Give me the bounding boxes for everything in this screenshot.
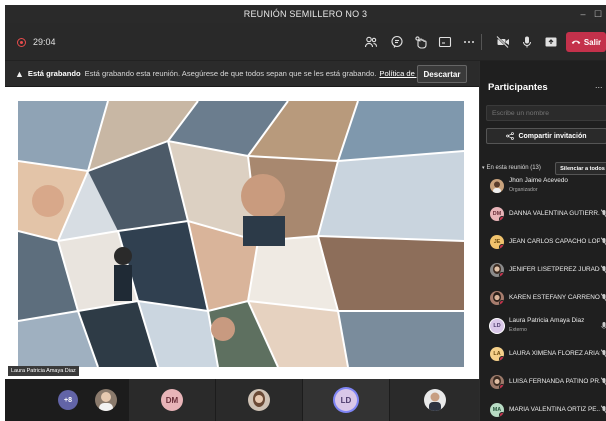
avatar (95, 389, 117, 411)
leave-label: Salir (583, 37, 602, 47)
avatar: LD (335, 389, 357, 411)
video-tile[interactable] (390, 379, 479, 421)
meeting-timer: 29:04 (33, 37, 56, 47)
presence-busy-icon (499, 244, 504, 249)
participant-name: LAURA XIMENA FLOREZ ARIAS (509, 350, 600, 357)
maximize-button[interactable]: ☐ (590, 5, 606, 23)
participant-search-input[interactable] (486, 105, 606, 121)
avatar (248, 389, 270, 411)
avatar-initials: LD (493, 323, 501, 329)
photo-collage-image (18, 101, 464, 367)
participant-name: Jhon Jaime Acevedo (509, 177, 568, 184)
banner-title: Está grabando (27, 69, 81, 78)
participant-row[interactable]: JENIFER LISETPEREZ JURADO (480, 258, 606, 286)
share-screen-icon[interactable] (542, 33, 560, 51)
panel-more-icon[interactable]: ... (595, 80, 603, 90)
participant-video-strip: +8 DM LD (5, 379, 479, 421)
avatar: MA (490, 403, 504, 417)
recording-indicator-icon (17, 38, 26, 47)
presence-busy-icon (499, 384, 504, 389)
participant-name: LUISA FERNANDA PATIÑO PR... (509, 378, 600, 385)
warning-icon: ▲ (15, 68, 24, 79)
microphone-icon[interactable] (518, 33, 536, 51)
more-participants-badge: +8 (58, 390, 78, 410)
dismiss-button[interactable]: Descartar (417, 65, 467, 83)
banner-message: Está grabando esta reunión. Asegúrese de… (84, 69, 377, 78)
video-tile[interactable] (83, 379, 129, 421)
participant-row[interactable]: MA MARIA VALENTINA ORTIZ PE... (480, 398, 606, 421)
mic-muted-icon[interactable] (601, 209, 606, 219)
avatar (490, 291, 504, 305)
toolbar-divider (481, 34, 482, 50)
participant-role: Organizador (509, 187, 538, 193)
in-meeting-section-toggle[interactable]: ▾ En esta reunión (13) (482, 165, 541, 171)
phone-hangup-icon (571, 40, 581, 44)
share-icon (506, 132, 515, 140)
mic-muted-icon[interactable] (601, 405, 606, 415)
shared-screen-collage (18, 101, 464, 367)
window-title: REUNIÓN SEMILLERO NO 3 (243, 9, 368, 19)
share-invite-label: Compartir invitación (518, 132, 587, 140)
participants-icon[interactable] (362, 33, 380, 51)
meeting-toolbar: 29:04 Salir (5, 23, 606, 61)
participant-row[interactable]: LD Laura Patricia Amaya Diaz Externo (480, 314, 606, 342)
participant-name: KAREN ESTEFANY CARREÑO ... (509, 294, 600, 301)
participant-name: JEAN CARLOS CAPACHO LÓP... (509, 238, 600, 245)
share-tray-icon[interactable] (436, 33, 454, 51)
panel-title: Participantes (488, 82, 548, 93)
participants-panel: Participantes ... Compartir invitación ▾… (479, 61, 606, 421)
participant-row[interactable]: LA LAURA XIMENA FLOREZ ARIAS (480, 342, 606, 370)
video-tile[interactable]: DM (129, 379, 215, 421)
presence-busy-icon (499, 412, 504, 417)
chat-icon[interactable] (388, 33, 406, 51)
video-tile[interactable] (216, 379, 302, 421)
avatar (490, 375, 504, 389)
mic-muted-icon[interactable] (601, 293, 606, 303)
minimize-button[interactable]: – (575, 5, 591, 23)
participant-row[interactable]: DM DANNA VALENTINA GUTIERR... (480, 202, 606, 230)
mic-muted-icon[interactable] (601, 265, 606, 275)
participant-name: JENIFER LISETPEREZ JURADO (509, 266, 600, 273)
participant-name: Laura Patricia Amaya Diaz (509, 317, 585, 324)
avatar: LD (490, 319, 504, 333)
participant-role: Externo (509, 327, 527, 333)
avatar (423, 389, 446, 411)
presenter-name-tag: Laura Patricia Amaya Diaz (8, 366, 79, 376)
mic-muted-icon[interactable] (601, 377, 606, 387)
mic-on-icon[interactable] (601, 321, 606, 331)
participant-name: MARIA VALENTINA ORTIZ PE... (509, 406, 600, 413)
share-invite-button[interactable]: Compartir invitación (486, 128, 606, 144)
participant-name: DANNA VALENTINA GUTIERR... (509, 210, 600, 217)
avatar: JE (490, 235, 504, 249)
avatar (490, 179, 504, 193)
avatar: LA (490, 347, 504, 361)
avatar: DM (490, 207, 504, 221)
presence-busy-icon (499, 356, 504, 361)
participant-row[interactable]: JE JEAN CARLOS CAPACHO LÓP... (480, 230, 606, 258)
avatar: DM (161, 389, 183, 411)
participant-row[interactable]: LUISA FERNANDA PATIÑO PR... (480, 370, 606, 398)
camera-off-icon[interactable] (494, 33, 512, 51)
leave-button[interactable]: Salir (566, 32, 606, 52)
teams-meeting-window: REUNIÓN SEMILLERO NO 3 – ☐ 29:04 Salir ▲… (5, 5, 606, 421)
content-stage: Laura Patricia Amaya Diaz (5, 87, 479, 379)
reactions-icon[interactable] (412, 33, 430, 51)
avatar (490, 263, 504, 277)
mic-muted-icon[interactable] (601, 237, 606, 247)
presence-busy-icon (499, 216, 504, 221)
participant-row[interactable]: Jhon Jaime Acevedo Organizador (480, 174, 606, 202)
presence-busy-icon (499, 272, 504, 277)
recording-banner: ▲ Está grabando Está grabando esta reuni… (5, 61, 479, 87)
section-label: En esta reunión (13) (486, 165, 541, 171)
participant-row[interactable]: KAREN ESTEFANY CARREÑO ... (480, 286, 606, 314)
more-options-icon[interactable] (460, 33, 478, 51)
mic-muted-icon[interactable] (601, 349, 606, 359)
presence-busy-icon (499, 300, 504, 305)
chevron-down-icon: ▾ (482, 165, 485, 171)
title-bar: REUNIÓN SEMILLERO NO 3 – ☐ (5, 5, 606, 23)
video-tile-active-speaker[interactable]: LD (303, 379, 389, 421)
